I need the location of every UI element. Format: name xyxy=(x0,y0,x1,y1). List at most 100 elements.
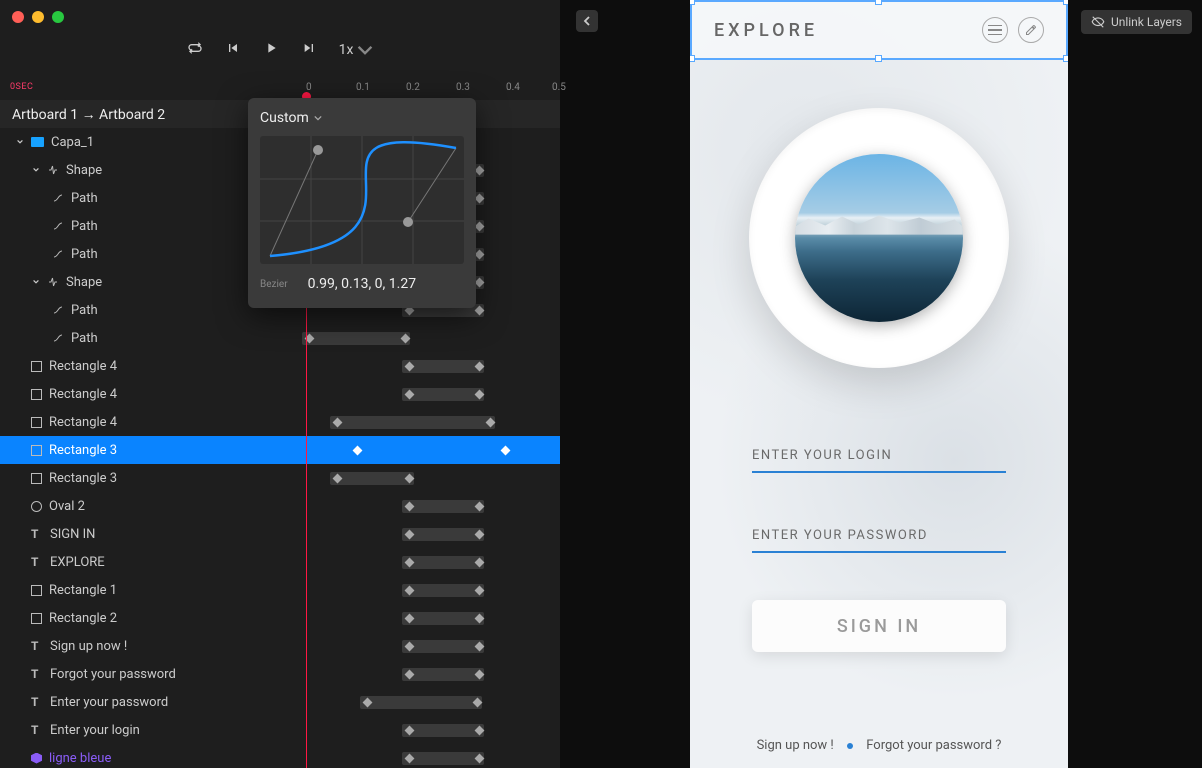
keyframe-track[interactable] xyxy=(402,752,484,765)
layer-row[interactable]: TForgot your password xyxy=(0,660,560,688)
keyframe-track[interactable] xyxy=(402,528,484,541)
bezier-curve-editor[interactable] xyxy=(260,136,464,264)
keyframe[interactable] xyxy=(475,361,485,371)
keyframe[interactable] xyxy=(405,725,415,735)
skip-forward-icon[interactable] xyxy=(301,40,317,60)
separator-dot xyxy=(847,743,853,749)
keyframe[interactable] xyxy=(475,725,485,735)
keyframe[interactable] xyxy=(405,361,415,371)
collapse-panel-button[interactable] xyxy=(576,10,598,32)
keyframe[interactable] xyxy=(405,613,415,623)
layer-row[interactable]: Rectangle 2 xyxy=(0,604,560,632)
keyframe[interactable] xyxy=(475,613,485,623)
keyframe[interactable] xyxy=(475,249,485,259)
loop-icon[interactable] xyxy=(187,40,203,60)
keyframe[interactable] xyxy=(475,557,485,567)
layer-row[interactable]: Rectangle 1 xyxy=(0,576,560,604)
keyframe-track[interactable] xyxy=(330,416,495,429)
keyframe[interactable] xyxy=(501,445,511,455)
layer-row[interactable]: Rectangle 4 xyxy=(0,380,560,408)
unlink-layers-button[interactable]: Unlink Layers xyxy=(1081,10,1192,34)
keyframe-track[interactable] xyxy=(350,444,510,457)
login-input[interactable] xyxy=(752,440,1006,473)
keyframe[interactable] xyxy=(363,697,373,707)
minimize-icon[interactable] xyxy=(32,11,44,23)
keyframe[interactable] xyxy=(475,641,485,651)
keyframe[interactable] xyxy=(473,697,483,707)
layer-row[interactable]: Rectangle 3 xyxy=(0,436,560,464)
keyframe[interactable] xyxy=(353,445,363,455)
keyframe-track[interactable] xyxy=(402,640,484,653)
signin-button[interactable]: SIGN IN xyxy=(752,600,1006,652)
close-icon[interactable] xyxy=(12,11,24,23)
layer-name: Rectangle 4 xyxy=(49,387,117,402)
keyframe[interactable] xyxy=(475,221,485,231)
layer-row[interactable]: Path xyxy=(0,324,560,352)
keyframe[interactable] xyxy=(475,501,485,511)
keyframe[interactable] xyxy=(475,193,485,203)
keyframe-track[interactable] xyxy=(402,612,484,625)
keyframe[interactable] xyxy=(475,753,485,763)
keyframe-track[interactable] xyxy=(402,724,484,737)
playback-controls: 1x xyxy=(0,33,560,67)
keyframe[interactable] xyxy=(475,389,485,399)
password-input[interactable] xyxy=(752,520,1006,553)
time-ruler[interactable]: 0SEC 00.10.20.30.40.5 xyxy=(0,78,560,100)
keyframe[interactable] xyxy=(405,669,415,679)
keyframe[interactable] xyxy=(333,417,343,427)
keyframe[interactable] xyxy=(405,585,415,595)
keyframe[interactable] xyxy=(333,473,343,483)
layer-row[interactable]: Rectangle 4 xyxy=(0,352,560,380)
easing-dropdown[interactable]: Custom xyxy=(260,110,464,126)
unlink-icon xyxy=(1091,15,1105,29)
edit-icon[interactable] xyxy=(1018,17,1044,43)
keyframe-track[interactable] xyxy=(402,584,484,597)
layer-name: SIGN IN xyxy=(50,527,95,542)
play-icon[interactable] xyxy=(263,40,279,60)
keyframe[interactable] xyxy=(475,585,485,595)
maximize-icon[interactable] xyxy=(52,11,64,23)
skip-back-icon[interactable] xyxy=(225,40,241,60)
signup-link[interactable]: Sign up now ! xyxy=(757,738,834,753)
layer-name: Path xyxy=(71,219,98,234)
menu-icon[interactable] xyxy=(982,17,1008,43)
keyframe[interactable] xyxy=(405,753,415,763)
layer-row[interactable]: TEnter your login xyxy=(0,716,560,744)
layer-name: Forgot your password xyxy=(50,667,176,682)
keyframe-track[interactable] xyxy=(402,668,484,681)
keyframe[interactable] xyxy=(475,305,485,315)
keyframe[interactable] xyxy=(401,333,411,343)
keyframe[interactable] xyxy=(475,277,485,287)
keyframe-track[interactable] xyxy=(402,556,484,569)
layer-row[interactable]: TSign up now ! xyxy=(0,632,560,660)
layer-row[interactable]: Oval 2 xyxy=(0,492,560,520)
keyframe[interactable] xyxy=(405,641,415,651)
layer-row[interactable]: TEnter your password xyxy=(0,688,560,716)
keyframe[interactable] xyxy=(405,529,415,539)
keyframe[interactable] xyxy=(405,389,415,399)
bezier-values[interactable]: 0.99, 0.13, 0, 1.27 xyxy=(308,276,416,292)
keyframe[interactable] xyxy=(475,165,485,175)
layer-row[interactable]: ligne bleue xyxy=(0,744,560,768)
layer-row[interactable]: Rectangle 4 xyxy=(0,408,560,436)
playback-speed[interactable]: 1x xyxy=(339,42,374,58)
layer-row[interactable]: TSIGN IN xyxy=(0,520,560,548)
header-bar[interactable]: EXPLORE xyxy=(690,0,1068,60)
forgot-link[interactable]: Forgot your password ? xyxy=(866,738,1001,753)
keyframe[interactable] xyxy=(405,557,415,567)
keyframe-track[interactable] xyxy=(360,696,482,709)
keyframe[interactable] xyxy=(475,669,485,679)
keyframe-track[interactable] xyxy=(402,360,484,373)
keyframe-track[interactable] xyxy=(402,500,484,513)
keyframe[interactable] xyxy=(405,501,415,511)
layer-row[interactable]: TEXPLORE xyxy=(0,548,560,576)
keyframe[interactable] xyxy=(486,417,496,427)
keyframe-track[interactable] xyxy=(302,332,410,345)
password-field[interactable] xyxy=(752,520,1006,553)
keyframe[interactable] xyxy=(405,473,415,483)
keyframe-track[interactable] xyxy=(402,388,484,401)
login-field[interactable] xyxy=(752,440,1006,473)
layer-row[interactable]: Rectangle 3 xyxy=(0,464,560,492)
keyframe-track[interactable] xyxy=(330,472,414,485)
keyframe[interactable] xyxy=(475,529,485,539)
